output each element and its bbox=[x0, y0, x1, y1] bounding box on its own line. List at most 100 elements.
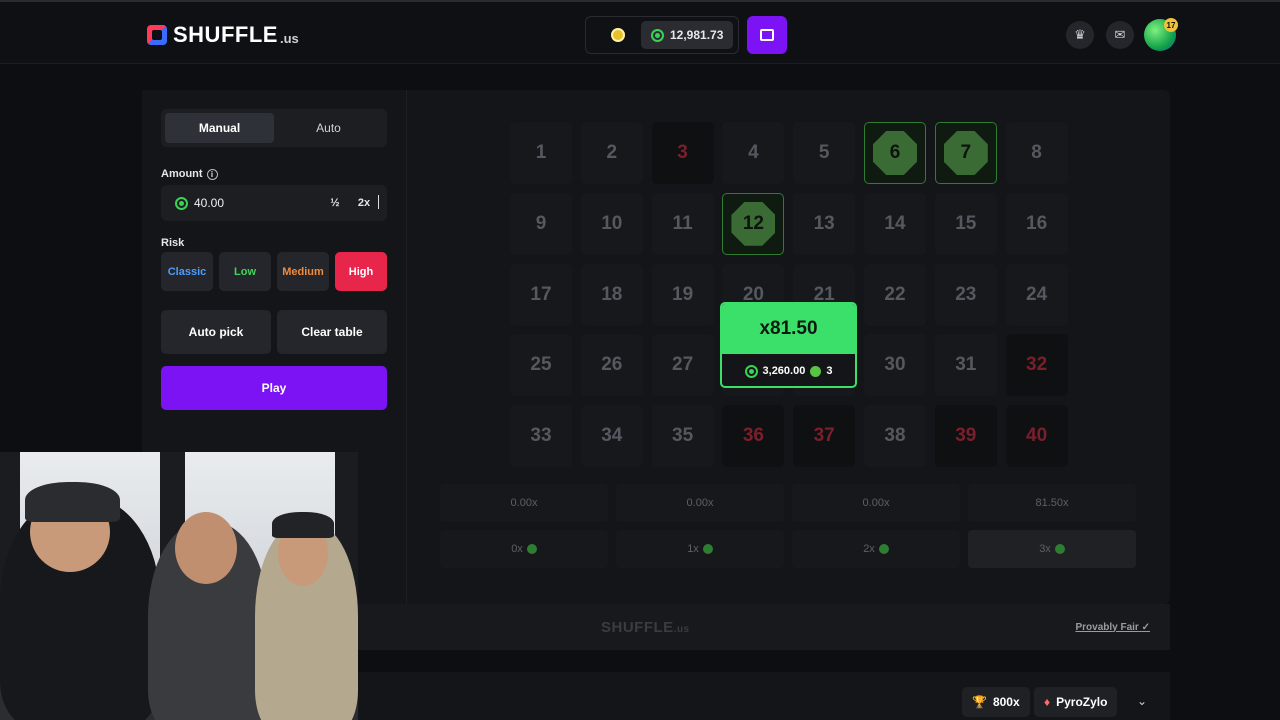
currency-icon bbox=[175, 196, 188, 210]
keno-tile-16[interactable]: 16 bbox=[1005, 192, 1068, 255]
keno-tile-2[interactable]: 2 bbox=[580, 122, 643, 184]
keno-tile-3[interactable]: 3 bbox=[651, 122, 714, 184]
play-button[interactable]: Play bbox=[161, 366, 387, 410]
flame-icon: ♦ bbox=[1044, 695, 1051, 709]
footer-logo-text: SHUFFLE bbox=[601, 618, 674, 636]
keno-tile-5[interactable]: 5 bbox=[793, 122, 856, 184]
keno-tile-10[interactable]: 10 bbox=[580, 192, 643, 255]
keno-tile-36[interactable]: 36 bbox=[722, 405, 785, 468]
shuffle-logo[interactable]: SHUFFLE .us bbox=[147, 22, 299, 48]
keno-tile-32[interactable]: 32 bbox=[1005, 334, 1068, 397]
gem-icon: 7 bbox=[943, 131, 988, 175]
top-player-badge[interactable]: ♦ PyroZylo bbox=[1034, 687, 1118, 717]
coin-icon[interactable] bbox=[611, 28, 625, 42]
balance-display[interactable]: 12,981.73 bbox=[641, 21, 734, 49]
keno-tile-38[interactable]: 38 bbox=[863, 405, 926, 468]
gem-icon bbox=[526, 544, 537, 554]
top-bar: SHUFFLE .us 12,981.73 ♛ ✉ 17 bbox=[0, 0, 1280, 64]
keno-tile-11[interactable]: 11 bbox=[651, 192, 714, 255]
amount-label: Amount i bbox=[161, 168, 218, 180]
logo-text: SHUFFLE bbox=[173, 22, 278, 47]
risk-label: Risk bbox=[161, 237, 185, 249]
payout-multiplier: 81.50x bbox=[968, 484, 1136, 522]
hit-count-label: 0x bbox=[511, 543, 523, 555]
keno-tile-40[interactable]: 40 bbox=[1005, 405, 1068, 468]
win-popup: x81.50 3,260.00 3 bbox=[720, 302, 857, 388]
gem-icon bbox=[810, 365, 822, 377]
amount-input[interactable]: 40.00 ½ 2x bbox=[161, 185, 387, 221]
webcam-face-middle bbox=[175, 512, 237, 584]
webcam-overlay bbox=[0, 452, 358, 720]
wallet-icon bbox=[760, 29, 774, 41]
half-amount-button[interactable]: ½ bbox=[322, 185, 348, 221]
trophy-icon: 🏆 bbox=[972, 695, 987, 709]
top-multiplier-value: 800x bbox=[992, 695, 1020, 709]
risk-medium-button[interactable]: Medium bbox=[277, 252, 329, 291]
risk-selector: Classic Low Medium High bbox=[161, 252, 387, 291]
wallet-button[interactable] bbox=[747, 16, 787, 54]
shuffle-logo-icon bbox=[147, 25, 167, 45]
win-hits: 3 bbox=[826, 365, 833, 377]
risk-low-button[interactable]: Low bbox=[219, 252, 271, 291]
webcam-beanie-left bbox=[25, 482, 120, 522]
risk-classic-button[interactable]: Classic bbox=[161, 252, 213, 291]
keno-tile-26[interactable]: 26 bbox=[580, 334, 643, 397]
keno-tile-23[interactable]: 23 bbox=[934, 263, 997, 326]
keno-tile-39[interactable]: 39 bbox=[934, 405, 997, 468]
keno-tile-18[interactable]: 18 bbox=[580, 263, 643, 326]
top-multiplier-badge[interactable]: 🏆 800x bbox=[962, 687, 1030, 717]
keno-tile-37[interactable]: 37 bbox=[793, 405, 856, 468]
game-footer: SHUFFLE.us Provably Fair ✓ bbox=[358, 604, 1170, 650]
chevron-down-icon[interactable]: ⌄ bbox=[1137, 694, 1147, 708]
hit-count: 3x bbox=[968, 530, 1136, 568]
hit-count: 0x bbox=[440, 530, 608, 568]
top-player-name: PyroZylo bbox=[1056, 695, 1108, 709]
webcam-beanie-right bbox=[272, 512, 334, 538]
win-payout: 3,260.00 bbox=[762, 365, 806, 377]
keno-tile-15[interactable]: 15 bbox=[934, 192, 997, 255]
keno-tile-12[interactable]: 12 bbox=[722, 192, 785, 255]
keno-tile-7[interactable]: 7 bbox=[934, 122, 997, 184]
tab-auto[interactable]: Auto bbox=[274, 113, 383, 143]
keno-tile-1[interactable]: 1 bbox=[510, 122, 572, 184]
gem-icon bbox=[702, 544, 713, 554]
keno-tile-22[interactable]: 22 bbox=[863, 263, 926, 326]
wallet-selector[interactable]: 12,981.73 bbox=[585, 16, 739, 54]
keno-tile-4[interactable]: 4 bbox=[722, 122, 785, 184]
win-info: 3,260.00 3 bbox=[722, 354, 855, 386]
clear-table-button[interactable]: Clear table bbox=[277, 310, 387, 354]
info-icon[interactable]: i bbox=[206, 168, 218, 180]
keno-tile-9[interactable]: 9 bbox=[510, 192, 572, 255]
risk-high-button[interactable]: High bbox=[335, 252, 387, 291]
keno-tile-13[interactable]: 13 bbox=[793, 192, 856, 255]
keno-tile-17[interactable]: 17 bbox=[510, 263, 572, 326]
payout-multiplier: 0.00x bbox=[792, 484, 960, 522]
crown-icon[interactable]: ♛ bbox=[1066, 21, 1094, 49]
keno-tile-8[interactable]: 8 bbox=[1005, 122, 1068, 184]
keno-tile-35[interactable]: 35 bbox=[651, 405, 714, 468]
footer-logo: SHUFFLE.us bbox=[601, 619, 690, 636]
currency-icon bbox=[744, 364, 758, 378]
keno-tile-19[interactable]: 19 bbox=[651, 263, 714, 326]
amount-label-text: Amount bbox=[161, 168, 203, 180]
provably-fair-link[interactable]: Provably Fair ✓ bbox=[1075, 622, 1150, 633]
chat-icon[interactable]: ✉ bbox=[1106, 21, 1134, 49]
keno-tile-6[interactable]: 6 bbox=[863, 122, 926, 184]
keno-tile-14[interactable]: 14 bbox=[863, 192, 926, 255]
keno-tile-33[interactable]: 33 bbox=[510, 405, 572, 468]
gem-icon bbox=[1054, 544, 1065, 554]
level-badge: 17 bbox=[1164, 18, 1178, 32]
payout-multiplier-row: 0.00x 0.00x 0.00x 81.50x bbox=[440, 484, 1136, 522]
amount-value[interactable]: 40.00 bbox=[194, 196, 224, 210]
keno-tile-31[interactable]: 31 bbox=[934, 334, 997, 397]
payout-hits-row: 0x 1x 2x 3x bbox=[440, 530, 1136, 568]
payout-multiplier: 0.00x bbox=[440, 484, 608, 522]
keno-tile-27[interactable]: 27 bbox=[651, 334, 714, 397]
keno-tile-24[interactable]: 24 bbox=[1005, 263, 1068, 326]
auto-pick-button[interactable]: Auto pick bbox=[161, 310, 271, 354]
keno-tile-34[interactable]: 34 bbox=[580, 405, 643, 468]
keno-tile-25[interactable]: 25 bbox=[510, 334, 572, 397]
tab-manual[interactable]: Manual bbox=[165, 113, 274, 143]
double-amount-button[interactable]: 2x bbox=[351, 185, 377, 221]
keno-tile-30[interactable]: 30 bbox=[863, 334, 926, 397]
